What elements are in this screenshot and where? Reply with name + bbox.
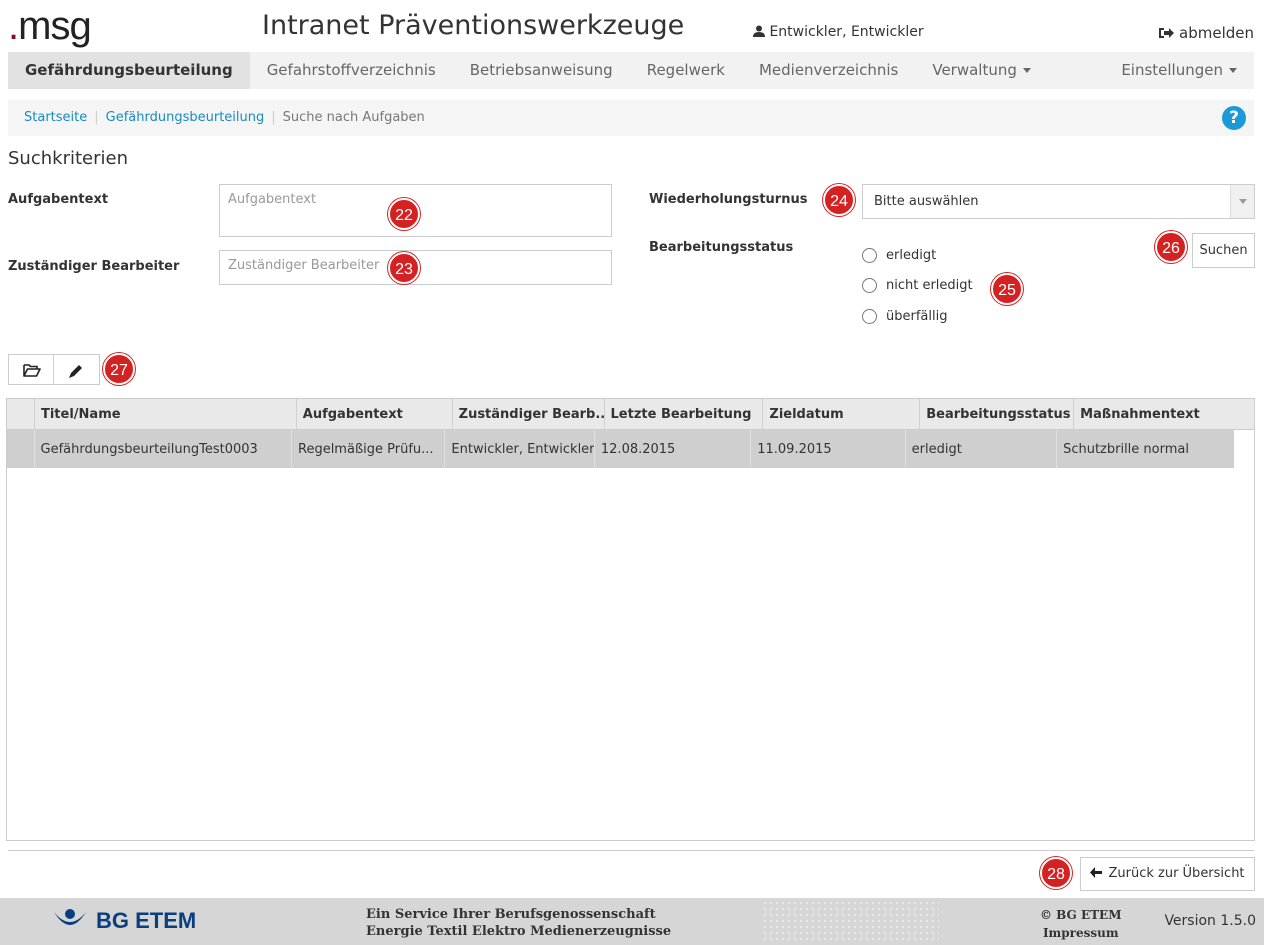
logout-link[interactable]: abmelden: [1159, 24, 1254, 42]
grid-header: Titel/Name Aufgabentext Zuständiger Bear…: [7, 399, 1254, 430]
nav-item-gefaehrdungsbeurteilung[interactable]: Gefährdungsbeurteilung: [8, 52, 250, 89]
radio-button[interactable]: [862, 309, 877, 324]
cell-status: erledigt: [906, 430, 1058, 468]
breadcrumb: Startseite | Gefährdungsbeurteilung | Suche …: [8, 100, 1254, 136]
cell-assignee: Entwickler, Entwickler: [445, 430, 595, 468]
user-name: Entwickler, Entwickler: [769, 24, 924, 40]
annotation-badge-27: 27: [103, 353, 135, 385]
column-header-assignee[interactable]: Zuständiger Bearb...: [453, 399, 605, 429]
column-header-last-edit[interactable]: Letzte Bearbeitung: [605, 399, 764, 429]
chevron-down-icon: [1230, 185, 1254, 218]
open-button[interactable]: [8, 354, 54, 385]
version-label: Version 1.5.0: [1164, 913, 1256, 929]
results-grid: Titel/Name Aufgabentext Zuständiger Bear…: [6, 398, 1255, 841]
status-option-ueberfaellig[interactable]: überfällig: [862, 309, 947, 324]
cell-measure: Schutzbrille normal: [1063, 441, 1189, 457]
divider: [8, 850, 1254, 851]
user-info: Entwickler, Entwickler: [753, 24, 924, 40]
table-row[interactable]: GefährdungsbeurteilungTest0003 Regelmäßi…: [7, 430, 1234, 468]
row-selector[interactable]: [7, 430, 35, 468]
status-option-nicht-erledigt[interactable]: nicht erledigt: [862, 278, 973, 293]
nav-item-einstellungen[interactable]: Einstellungen: [1104, 52, 1254, 89]
breadcrumb-home[interactable]: Startseite: [24, 110, 87, 125]
annotation-badge-23: 23: [388, 252, 420, 284]
annotation-badge-26: 26: [1155, 231, 1187, 263]
annotation-badge-24: 24: [823, 184, 855, 216]
bg-etem-logo-icon: [54, 909, 86, 925]
msg-logo: .msg: [8, 4, 92, 48]
pencil-icon: [69, 365, 82, 378]
column-header-measure[interactable]: Maßnahmentext: [1074, 399, 1254, 429]
edit-button[interactable]: [54, 354, 100, 385]
annotation-badge-28: 28: [1040, 857, 1072, 889]
app-title: Intranet Präventionswerkzeuge: [262, 10, 685, 41]
nav-item-medienverzeichnis[interactable]: Medienverzeichnis: [742, 52, 915, 89]
task-label: Aufgabentext: [8, 192, 109, 207]
repeat-select[interactable]: Bitte auswählen: [862, 184, 1255, 219]
search-button[interactable]: Suchen: [1192, 233, 1255, 268]
cell-due-date: 11.09.2015: [751, 430, 906, 468]
column-header-status[interactable]: Bearbeitungsstatus: [920, 399, 1075, 429]
assignee-label: Zuständiger Bearbeiter: [8, 259, 180, 274]
nav-item-betriebsanweisung[interactable]: Betriebsanweisung: [453, 52, 630, 89]
section-title: Suchkriterien: [8, 148, 128, 169]
nav-item-regelwerk[interactable]: Regelwerk: [630, 52, 742, 89]
annotation-badge-22: 22: [388, 198, 420, 230]
back-to-overview-button[interactable]: Zurück zur Übersicht: [1080, 857, 1255, 891]
column-header-task[interactable]: Aufgabentext: [297, 399, 453, 429]
bg-etem-logo: BG ETEM: [52, 908, 196, 934]
sign-out-icon: [1159, 28, 1175, 38]
folder-open-icon: [23, 364, 41, 377]
user-icon: [753, 25, 765, 37]
page-footer: BG ETEM Ein Service Ihrer Berufsgenossen…: [0, 898, 1264, 945]
status-label: Bearbeitungsstatus: [649, 240, 794, 255]
annotation-badge-25: 25: [991, 273, 1023, 305]
nav-item-verwaltung[interactable]: Verwaltung: [915, 52, 1048, 89]
breadcrumb-section[interactable]: Gefährdungsbeurteilung: [106, 110, 265, 125]
column-header-due-date[interactable]: Zieldatum: [763, 399, 921, 429]
main-nav: Gefährdungsbeurteilung Gefahrstoffverzei…: [8, 52, 1254, 89]
grid-toolbar: [8, 354, 100, 385]
nav-item-gefahrstoffverzeichnis[interactable]: Gefahrstoffverzeichnis: [250, 52, 453, 89]
cell-task: Regelmäßige Prüfu...: [292, 430, 446, 468]
chevron-down-icon: [1229, 68, 1237, 73]
help-icon[interactable]: ?: [1222, 106, 1246, 130]
status-option-erledigt[interactable]: erledigt: [862, 248, 936, 263]
breadcrumb-current: Suche nach Aufgaben: [282, 110, 425, 125]
select-column-header: [7, 399, 35, 429]
radio-button[interactable]: [862, 278, 877, 293]
cell-title: GefährdungsbeurteilungTest0003: [35, 430, 292, 468]
arrow-left-icon: [1090, 867, 1103, 878]
repeat-label: Wiederholungsturnus: [649, 192, 808, 207]
decorative-dots: [762, 900, 939, 942]
copyright: © BG ETEM Impressum: [1040, 908, 1122, 942]
radio-button[interactable]: [862, 248, 877, 263]
cell-last-edit: 12.08.2015: [595, 430, 752, 468]
chevron-down-icon: [1022, 68, 1031, 73]
imprint-link[interactable]: Impressum: [1040, 924, 1121, 942]
column-header-title[interactable]: Titel/Name: [35, 399, 297, 429]
service-text: Ein Service Ihrer Berufsgenossenschaft E…: [366, 907, 672, 939]
